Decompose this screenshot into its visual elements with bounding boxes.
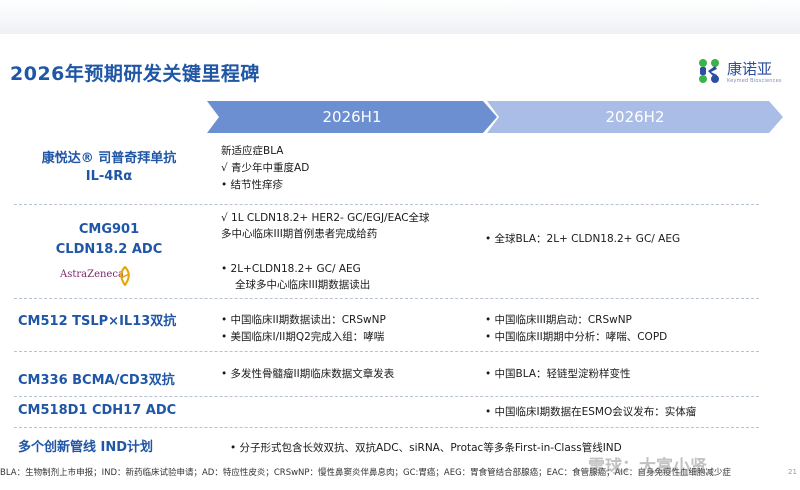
- row-1-h1-line-3: • 结节性痒疹: [221, 179, 284, 191]
- timeline-h1-chevron: 2026H1: [207, 101, 497, 133]
- astrazeneca-logo: AstraZeneca: [60, 266, 140, 286]
- row-2-h1-line-4: 全球多中心临床III期数据读出: [235, 279, 371, 291]
- timeline-h2-label: 2026H2: [605, 108, 665, 126]
- row-4-h2-line-1: • 中国BLA：轻链型淀粉样变性: [485, 368, 631, 380]
- row-6-label: 多个创新管线 IND计划: [18, 440, 154, 455]
- row-divider: [14, 204, 759, 205]
- astrazeneca-symbol-icon: [120, 266, 130, 286]
- row-2-label-line-2: CLDN18.2 ADC: [55, 242, 163, 257]
- page-number: 21: [788, 468, 797, 476]
- row-4-h1-line-1: • 多发性骨髓瘤II期临床数据文章发表: [221, 368, 395, 380]
- logo-name: 康诺亚: [727, 60, 773, 78]
- row-2-h2-line-1: • 全球BLA：2L+ CLDN18.2+ GC/ AEG: [485, 233, 681, 245]
- company-logo: 康诺亚 Keymed Biosciences: [695, 57, 795, 87]
- row-3-label: CM512 TSLP×IL13双抗: [18, 314, 177, 329]
- row-2-label-line-1: CMG901: [78, 222, 140, 237]
- row-3-h2-line-1: • 中国临床III期启动：CRSwNP: [485, 314, 632, 326]
- row-1-h1-line-2: √ 青少年中重度AD: [221, 162, 310, 174]
- row-divider: [14, 396, 759, 397]
- row-2-h1-line-2: 多中心临床III期首例患者完成给药: [221, 228, 378, 240]
- timeline-h1-label: 2026H1: [322, 108, 382, 126]
- row-2-label: CMG901 CLDN18.2 ADC: [14, 222, 204, 257]
- row-3-h1-line-2: • 美国临床I/II期Q2完成入组：哮喘: [221, 331, 385, 343]
- row-divider: [14, 427, 759, 428]
- row-2-h1-line-1: √ 1L CLDN18.2+ HER2- GC/EGJ/EAC全球: [221, 212, 430, 224]
- top-banner: [0, 0, 800, 34]
- keymed-logo-icon: [699, 59, 719, 83]
- row-1-label-line-2: IL-4Rα: [85, 169, 133, 184]
- row-5-h2-line-1: • 中国临床I期数据在ESMO会议发布：实体瘤: [485, 406, 697, 418]
- row-1-h1-line-1: 新适应症BLA: [221, 145, 284, 157]
- row-4-label: CM336 BCMA/CD3双抗: [18, 373, 175, 388]
- page-title: 2026年预期研发关键里程碑: [10, 63, 260, 85]
- row-5-label: CM518D1 CDH17 ADC: [18, 403, 177, 418]
- row-2-h1-line-3: • 2L+CLDN18.2+ GC/ AEG: [221, 263, 361, 275]
- logo-subtitle: Keymed Biosciences: [727, 78, 782, 84]
- row-6-h1-line-1: • 分子形式包含长效双抗、双抗ADC、siRNA、Protac等多条First-…: [230, 442, 622, 454]
- row-divider: [14, 351, 759, 352]
- row-3-h2-line-2: • 中国临床II期期中分析：哮喘、COPD: [485, 331, 668, 343]
- row-divider: [14, 298, 759, 299]
- watermark: 雪球：大富小贤: [588, 457, 707, 477]
- timeline-h2-chevron: 2026H2: [487, 101, 783, 133]
- partner-name: AstraZeneca: [60, 269, 124, 280]
- row-1-label-line-1: 康悦达® 司普奇拜单抗: [41, 151, 177, 166]
- row-3-h1-line-1: • 中国临床II期数据读出：CRSwNP: [221, 314, 386, 326]
- row-1-label: 康悦达® 司普奇拜单抗 IL-4Rα: [14, 147, 204, 184]
